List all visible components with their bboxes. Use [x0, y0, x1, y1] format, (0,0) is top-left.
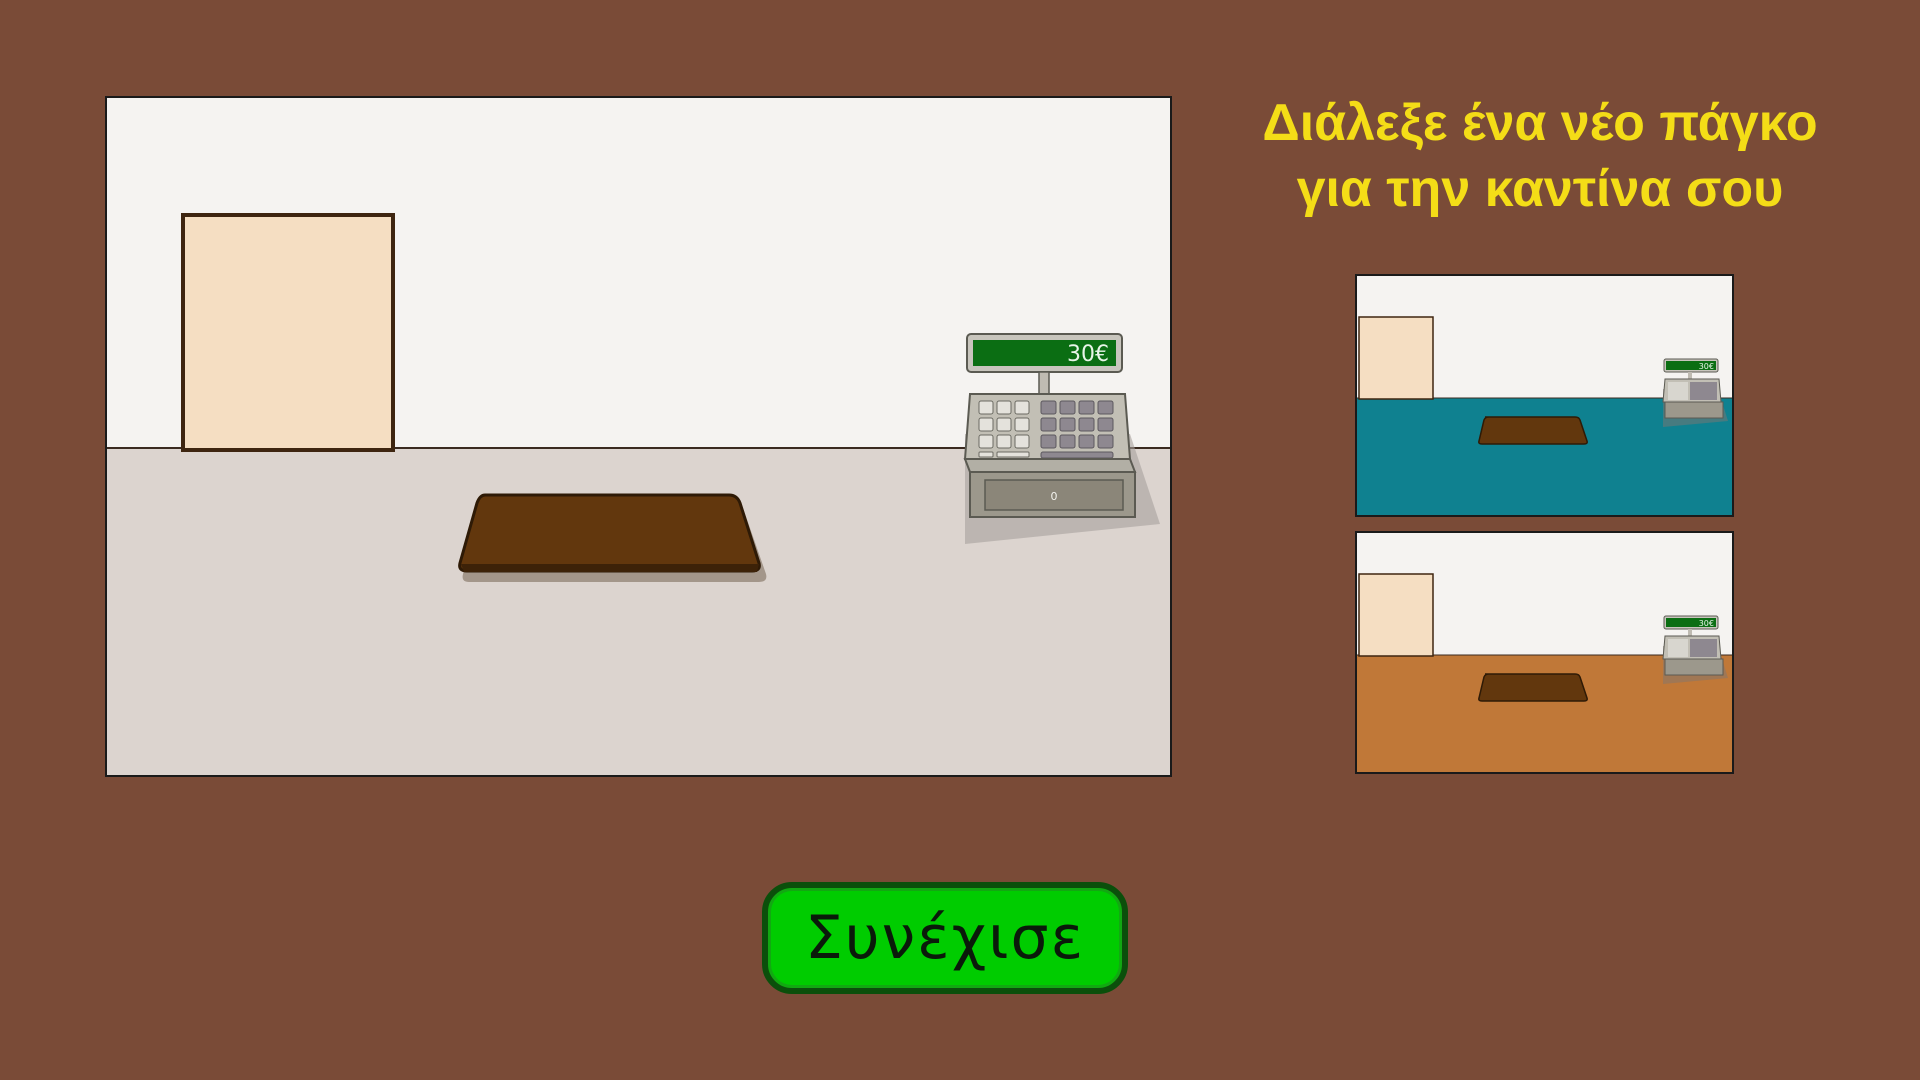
- option-door: [1358, 316, 1434, 400]
- title-line-2: για την καντίνα σου: [1296, 160, 1784, 218]
- title-line-1: Διάλεξε ένα νέο πάγκο: [1262, 94, 1818, 152]
- option-scene-2: 30€: [1357, 533, 1732, 772]
- option-door: [1358, 573, 1434, 657]
- option-scene-1: 30€: [1357, 276, 1732, 515]
- drawer-label: 0: [1051, 490, 1058, 503]
- counter-option-orange[interactable]: 30€: [1355, 531, 1734, 774]
- page-title: Διάλεξε ένα νέο πάγκο για την καντίνα σο…: [1180, 90, 1900, 222]
- option-counter: [1478, 416, 1588, 445]
- register-display: 30€: [1067, 342, 1109, 367]
- door: [181, 213, 395, 452]
- counter-preview: 30€ 0: [105, 96, 1172, 777]
- preview-scene: 30€ 0: [107, 98, 1170, 775]
- counter: [458, 493, 767, 582]
- option-register-display: 30€: [1699, 619, 1714, 628]
- counter-option-teal[interactable]: 30€: [1355, 274, 1734, 517]
- option-register: 30€: [1662, 615, 1728, 684]
- option-counter: [1478, 673, 1588, 702]
- option-register-display: 30€: [1699, 362, 1714, 371]
- continue-button[interactable]: Συνέχισε: [762, 882, 1128, 994]
- game-screen: 30€ 0 Διάλεξε ένα νέο πάγκο για την καντ…: [0, 0, 1920, 1080]
- option-register: 30€: [1662, 358, 1728, 427]
